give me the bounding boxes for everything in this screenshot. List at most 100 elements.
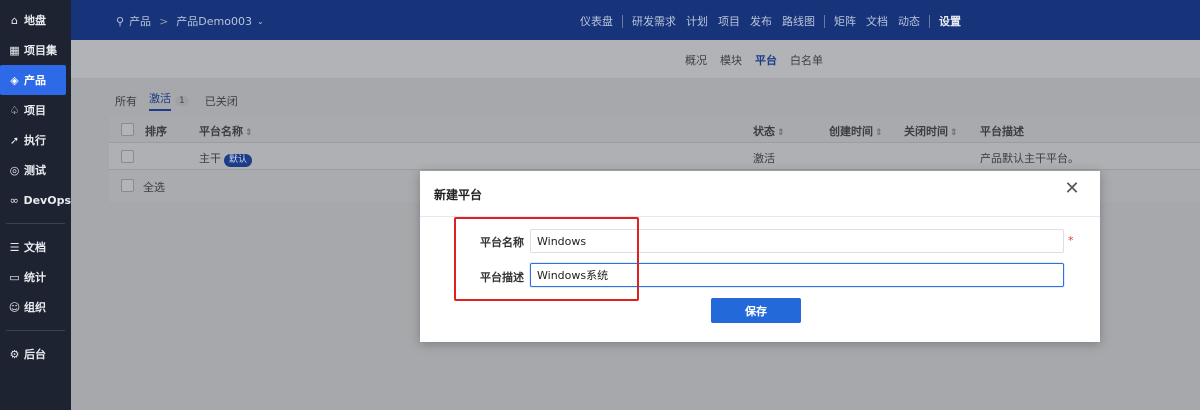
sidebar-item-execution[interactable]: ➚ 执行 (0, 125, 71, 155)
sidebar-item-dashboard[interactable]: ⌂ 地盘 (0, 5, 71, 35)
platform-desc-input[interactable] (530, 263, 1064, 287)
row-checkbox[interactable] (121, 150, 134, 163)
status-filters: 所有 激活 1 已关闭 (115, 90, 250, 111)
sidebar-item-label: DevOps (23, 193, 71, 207)
col-closed-label: 关闭时间 (904, 125, 948, 138)
tab-modules[interactable]: 模块 (720, 52, 742, 68)
breadcrumb-separator-icon: > (159, 14, 169, 28)
select-all-checkbox[interactable] (121, 179, 134, 192)
sidebar-item-label: 项目集 (24, 44, 57, 57)
project-icon: ♤ (9, 103, 20, 117)
required-mark: * (1068, 234, 1074, 247)
nav-settings[interactable]: 设置 (939, 13, 961, 29)
tab-whitelist[interactable]: 白名单 (790, 52, 823, 68)
home-icon: ⌂ (11, 13, 18, 27)
sidebar-item-label: 统计 (24, 271, 46, 284)
filter-all[interactable]: 所有 (115, 93, 137, 109)
save-button[interactable]: 保存 (711, 298, 801, 323)
default-badge: 默认 (224, 154, 253, 167)
col-name-label: 平台名称 (199, 125, 243, 138)
table-row[interactable]: 主干 默认 激活 产品默认主干平台。 (109, 143, 1200, 170)
col-order[interactable]: 排序 (145, 123, 167, 139)
new-platform-dialog: 新建平台 ✕ 平台名称 * 平台描述 保存 (420, 171, 1100, 342)
doc-icon: ☰ (9, 240, 20, 254)
sidebar-item-label: 文档 (24, 241, 46, 254)
tab-overview[interactable]: 概况 (685, 52, 707, 68)
top-header: ⚲ 产品 > 产品Demo003 ⌄ 仪表盘 研发需求 计划 项目 发布 路线图… (71, 0, 1200, 40)
sidebar: ⌂ 地盘 ▦ 项目集 ◈ 产品 ♤ 项目 ➚ 执行 ◎ 测试 ∞ DevOps ☰ 文档 ▭ 统计… (0, 0, 71, 410)
sidebar-item-org[interactable]: ☺ 组织 (0, 292, 71, 322)
sidebar-item-test[interactable]: ◎ 测试 (0, 155, 71, 185)
sidebar-item-project[interactable]: ♤ 项目 (0, 95, 71, 125)
filter-closed[interactable]: 已关闭 (205, 93, 238, 109)
platform-name-label: 平台名称 (480, 236, 524, 249)
people-icon: ☺ (8, 300, 21, 314)
sidebar-item-label: 执行 (24, 134, 46, 147)
sidebar-divider (6, 223, 65, 224)
sort-icon: ⇕ (245, 128, 253, 138)
tab-platform[interactable]: 平台 (755, 52, 777, 68)
breadcrumb-current[interactable]: 产品Demo003 (176, 13, 252, 29)
test-icon: ◎ (9, 163, 20, 177)
nav-divider (622, 14, 623, 28)
col-name[interactable]: 平台名称 ⇕ (199, 123, 253, 139)
sidebar-item-label: 后台 (24, 348, 46, 361)
platform-name[interactable]: 主干 (199, 152, 221, 165)
location-pin-icon: ⚲ (116, 14, 125, 28)
col-closed[interactable]: 关闭时间 ⇕ (904, 123, 958, 139)
sidebar-item-label: 组织 (24, 301, 46, 314)
nav-activity[interactable]: 动态 (898, 13, 920, 29)
sidebar-item-devops[interactable]: ∞ DevOps (0, 185, 71, 215)
filter-active[interactable]: 激活 (149, 90, 171, 111)
sidebar-divider (6, 330, 65, 331)
nav-release[interactable]: 发布 (750, 13, 772, 29)
chart-icon: ▭ (9, 270, 20, 284)
row-status: 激活 (753, 152, 775, 165)
sidebar-item-label: 地盘 (24, 14, 46, 27)
nav-project[interactable]: 项目 (718, 13, 740, 29)
table-header: 排序 平台名称 ⇕ 状态 ⇕ 创建时间 ⇕ 关闭时间 ⇕ 平台描述 (109, 116, 1200, 143)
sidebar-item-label: 产品 (24, 74, 46, 87)
main-nav: 仪表盘 研发需求 计划 项目 发布 路线图 矩阵 文档 动态 设置 (580, 13, 971, 29)
filter-active-count: 1 (175, 95, 189, 106)
col-created[interactable]: 创建时间 ⇕ (829, 123, 883, 139)
header-checkbox[interactable] (121, 123, 134, 136)
infinity-icon: ∞ (9, 193, 19, 207)
col-desc: 平台描述 (980, 125, 1024, 138)
grid-icon: ▦ (9, 43, 20, 57)
nav-matrix[interactable]: 矩阵 (834, 13, 856, 29)
col-status[interactable]: 状态 ⇕ (753, 123, 785, 139)
sort-icon: ⇕ (950, 128, 958, 138)
nav-roadmap[interactable]: 路线图 (782, 13, 815, 29)
breadcrumb-root[interactable]: 产品 (129, 13, 151, 29)
sidebar-item-label: 项目 (24, 104, 46, 117)
dialog-title: 新建平台 (434, 188, 483, 202)
sidebar-item-stats[interactable]: ▭ 统计 (0, 262, 71, 292)
sort-icon: ⇕ (875, 128, 883, 138)
platform-name-input[interactable] (530, 229, 1064, 253)
gear-icon: ⚙ (9, 347, 20, 361)
chevron-down-icon[interactable]: ⌄ (257, 17, 264, 26)
sort-icon: ⇕ (777, 128, 785, 138)
sidebar-item-label: 测试 (24, 164, 46, 177)
nav-divider (824, 14, 825, 28)
nav-dashboard[interactable]: 仪表盘 (580, 13, 613, 29)
select-all-label[interactable]: 全选 (143, 179, 165, 195)
sidebar-item-doc[interactable]: ☰ 文档 (0, 232, 71, 262)
col-status-label: 状态 (753, 125, 775, 138)
close-icon[interactable]: ✕ (1062, 179, 1082, 199)
nav-requirements[interactable]: 研发需求 (632, 13, 676, 29)
nav-doc[interactable]: 文档 (866, 13, 888, 29)
run-icon: ➚ (9, 133, 20, 147)
breadcrumb: ⚲ 产品 > 产品Demo003 ⌄ (116, 13, 264, 29)
nav-divider (929, 14, 930, 28)
sidebar-item-product[interactable]: ◈ 产品 (0, 65, 66, 95)
dialog-divider (420, 216, 1100, 217)
product-icon: ◈ (10, 73, 19, 87)
row-name: 主干 默认 (199, 150, 253, 167)
sub-nav: 概况 模块 平台 白名单 (71, 40, 1200, 78)
sidebar-item-program[interactable]: ▦ 项目集 (0, 35, 71, 65)
platform-desc-label: 平台描述 (480, 271, 524, 284)
sidebar-item-admin[interactable]: ⚙ 后台 (0, 339, 71, 369)
nav-plan[interactable]: 计划 (686, 13, 708, 29)
